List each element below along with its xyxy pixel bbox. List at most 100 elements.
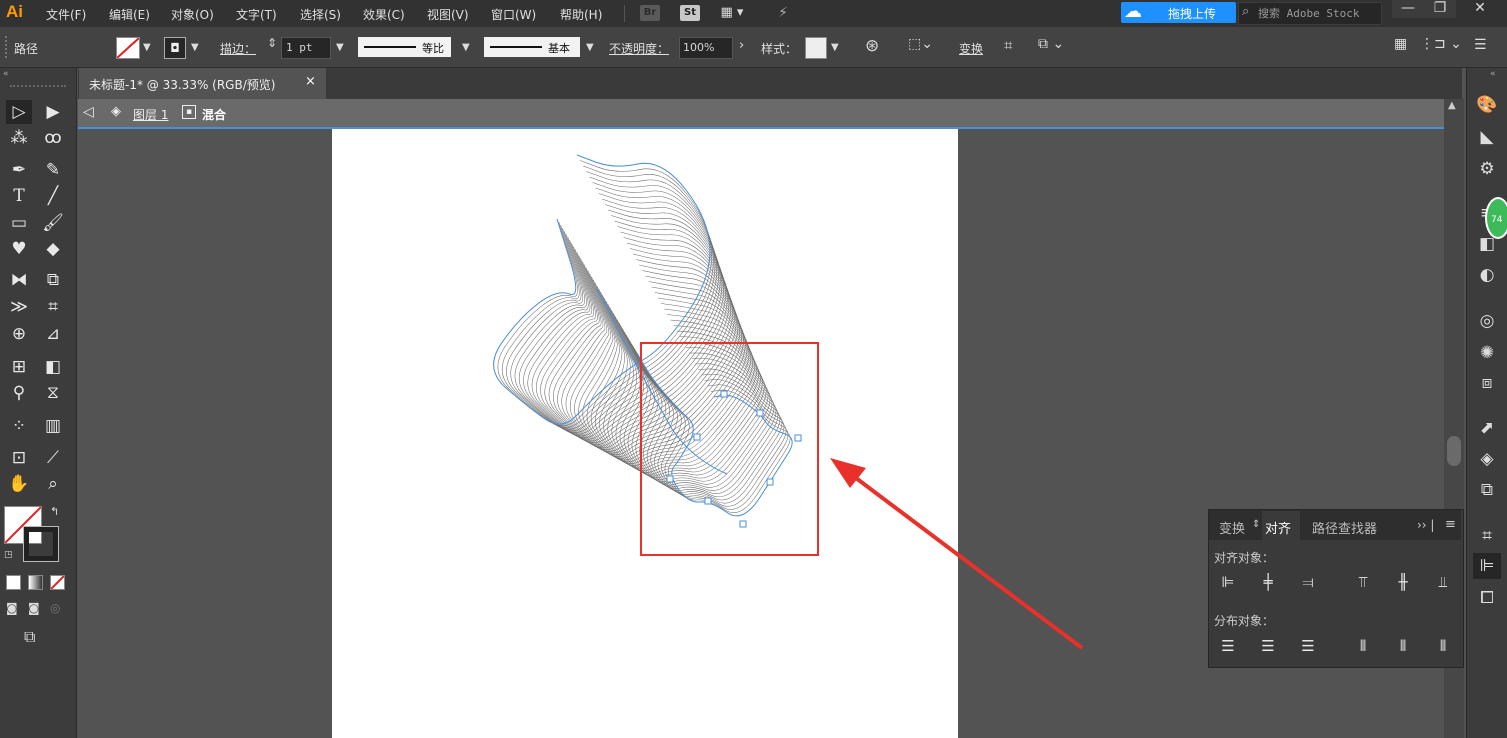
color-mode-icon[interactable] <box>6 575 21 590</box>
stroke-weight-chevron-icon[interactable]: ▼ <box>336 42 344 53</box>
collapse-panel-icon[interactable]: « <box>3 69 9 79</box>
type-tool-icon[interactable]: T <box>6 184 32 208</box>
menu-effect[interactable]: 效果(C) <box>363 6 405 23</box>
align-vertical-center-icon[interactable]: ╫ <box>1392 572 1414 592</box>
artboards-panel-icon[interactable]: ⧉ <box>1473 477 1501 503</box>
eyedropper-tool-icon[interactable]: ⚲ <box>6 381 32 405</box>
swatches-icon[interactable]: ◣ <box>1473 124 1501 150</box>
align-panel-icon[interactable]: ⊫ <box>1473 553 1501 579</box>
symbols-icon[interactable]: ⚙ <box>1473 156 1501 182</box>
pathfinder-panel-icon[interactable]: ⧠ <box>1473 585 1501 611</box>
transform-panel-icon[interactable]: ⌗ <box>1473 523 1501 549</box>
brush-chevron-icon[interactable]: ▼ <box>586 42 594 53</box>
variable-width-profile[interactable]: 等比 <box>358 37 451 57</box>
slice-tool-icon[interactable]: ⟋ <box>40 446 66 470</box>
free-transform-tool-icon[interactable]: ⌗ <box>40 295 66 319</box>
blend-tool-icon[interactable]: ⧖ <box>40 381 66 405</box>
stroke-swatch[interactable]: ◘ <box>164 37 186 59</box>
align-to-selection-icon[interactable]: ⬚⌄ <box>908 36 933 52</box>
align-top-icon[interactable]: ⫪ <box>1352 572 1374 592</box>
transform-link[interactable]: 变换 <box>959 40 983 57</box>
mesh-tool-icon[interactable]: ⊞ <box>6 355 32 379</box>
workspace-layout-icon[interactable]: ▦ ▾ <box>714 5 750 21</box>
screen-mode-icon[interactable]: ⧉ <box>24 627 35 647</box>
distribute-horizontal-center-icon[interactable]: ⦀ <box>1392 636 1414 656</box>
gpu-performance-icon[interactable]: ⚡ <box>770 5 796 21</box>
fill-swatch[interactable] <box>116 37 140 59</box>
style-chevron-icon[interactable]: ▼ <box>831 42 839 53</box>
pen-tool-icon[interactable]: ✒ <box>6 158 32 182</box>
arrange-documents-icon[interactable]: ▦ <box>1394 36 1407 52</box>
direct-selection-tool-icon[interactable]: ▶ <box>40 100 66 124</box>
variable-width-chevron-icon[interactable]: ▼ <box>462 42 470 53</box>
layers-panel-icon[interactable]: ◈ <box>1473 446 1501 472</box>
menu-select[interactable]: 选择(S) <box>300 6 341 23</box>
select-similar-icon[interactable]: ⧉ ⌄ <box>1038 36 1064 52</box>
tab-options-icon[interactable]: ⇕ <box>1252 519 1260 530</box>
opacity-input[interactable]: 100% <box>679 37 733 59</box>
graphic-style-swatch[interactable] <box>805 37 827 59</box>
lasso-tool-icon[interactable]: ꝏ <box>40 126 66 150</box>
tab-pathfinder[interactable]: 路径查找器 <box>1312 518 1377 537</box>
opacity-arrow-icon[interactable]: › <box>739 38 744 53</box>
tab-transform[interactable]: 变换 <box>1219 518 1245 537</box>
align-left-icon[interactable]: ⊫ <box>1217 572 1239 592</box>
width-tool-icon[interactable]: ≫ <box>6 295 32 319</box>
floating-badge[interactable]: 74 <box>1485 197 1507 239</box>
export-icon[interactable]: ⬈ <box>1473 415 1501 441</box>
tools-panel-grip[interactable] <box>10 85 66 90</box>
color-guide-icon[interactable]: 🎨 <box>1473 92 1501 118</box>
recolor-artwork-icon[interactable]: ⊛ <box>865 36 879 56</box>
bridge-button[interactable]: Br <box>640 5 660 21</box>
panel-collapse-icon[interactable]: ›› | <box>1417 518 1434 532</box>
menu-window[interactable]: 窗口(W) <box>491 6 536 23</box>
gradient-tool-icon[interactable]: ◧ <box>40 355 66 379</box>
scale-tool-icon[interactable]: ⧉ <box>40 268 66 292</box>
shaper-tool-icon[interactable]: ♥ <box>6 237 32 261</box>
magic-wand-tool-icon[interactable]: ⁂ <box>6 126 32 150</box>
isolate-object-icon[interactable]: ⌗ <box>1004 36 1012 54</box>
line-segment-tool-icon[interactable]: ╱ <box>40 184 66 208</box>
expand-panels-icon[interactable]: « <box>1490 69 1496 79</box>
shape-builder-tool-icon[interactable]: ⊕ <box>6 322 32 346</box>
distribute-right-icon[interactable]: ⦀ <box>1432 636 1454 656</box>
eraser-tool-icon[interactable]: ◆ <box>40 237 66 261</box>
menu-edit[interactable]: 编辑(E) <box>109 6 150 23</box>
document-tab-close-icon[interactable]: × <box>305 74 316 89</box>
stroke-dropdown-chevron-icon[interactable]: ▼ <box>191 42 199 53</box>
asset-export-icon[interactable]: ⧈ <box>1473 370 1501 396</box>
distribute-bottom-icon[interactable]: ☰ <box>1297 636 1319 656</box>
default-colors-icon[interactable]: ◳ <box>4 550 13 560</box>
control-bar-grip[interactable] <box>5 36 10 58</box>
draw-normal-icon[interactable]: ◙ <box>6 601 18 615</box>
stroke-weight-input[interactable]: 1 pt <box>281 37 331 59</box>
curvature-tool-icon[interactable]: ✎ <box>40 158 66 182</box>
minimize-button[interactable]: — <box>1392 0 1424 18</box>
appearance-icon[interactable]: ◎ <box>1473 308 1501 334</box>
draw-behind-icon[interactable]: ◙ <box>28 601 40 615</box>
artboard-tool-icon[interactable]: ⊡ <box>6 446 32 470</box>
hand-tool-icon[interactable]: ✋ <box>6 472 32 496</box>
fill-dropdown-chevron-icon[interactable]: ▼ <box>143 42 151 53</box>
reflect-tool-icon[interactable]: ⧓ <box>6 268 32 292</box>
stroke-color-box[interactable] <box>23 526 59 562</box>
transparency-icon[interactable]: ◐ <box>1473 262 1501 288</box>
panel-options-icon[interactable]: ⋮⊐ ⌄ <box>1420 36 1462 52</box>
stroke-weight-stepper-icon[interactable]: ⇕ <box>267 36 277 50</box>
swap-fill-stroke-icon[interactable]: ↰ <box>50 505 59 518</box>
stock-button[interactable]: St <box>680 5 700 21</box>
scrollbar-thumb[interactable] <box>1447 436 1461 466</box>
perspective-grid-tool-icon[interactable]: ⊿ <box>40 322 66 346</box>
align-bottom-icon[interactable]: ⫫ <box>1432 572 1454 592</box>
symbol-sprayer-tool-icon[interactable]: ⁘ <box>6 414 32 438</box>
back-arrow-icon[interactable]: ◁ <box>83 104 94 120</box>
stroke-label[interactable]: 描边： <box>220 40 256 57</box>
menu-object[interactable]: 对象(O) <box>171 6 214 23</box>
zoom-tool-icon[interactable]: ⌕ <box>40 472 66 496</box>
graphic-styles-icon[interactable]: ✺ <box>1473 340 1501 366</box>
column-graph-tool-icon[interactable]: ▥ <box>40 414 66 438</box>
brush-definition[interactable]: 基本 <box>484 37 580 57</box>
breadcrumb-object[interactable]: 混合 <box>202 106 226 123</box>
restore-button[interactable]: ❐ <box>1424 0 1456 18</box>
align-horizontal-center-icon[interactable]: ╪ <box>1257 572 1279 592</box>
